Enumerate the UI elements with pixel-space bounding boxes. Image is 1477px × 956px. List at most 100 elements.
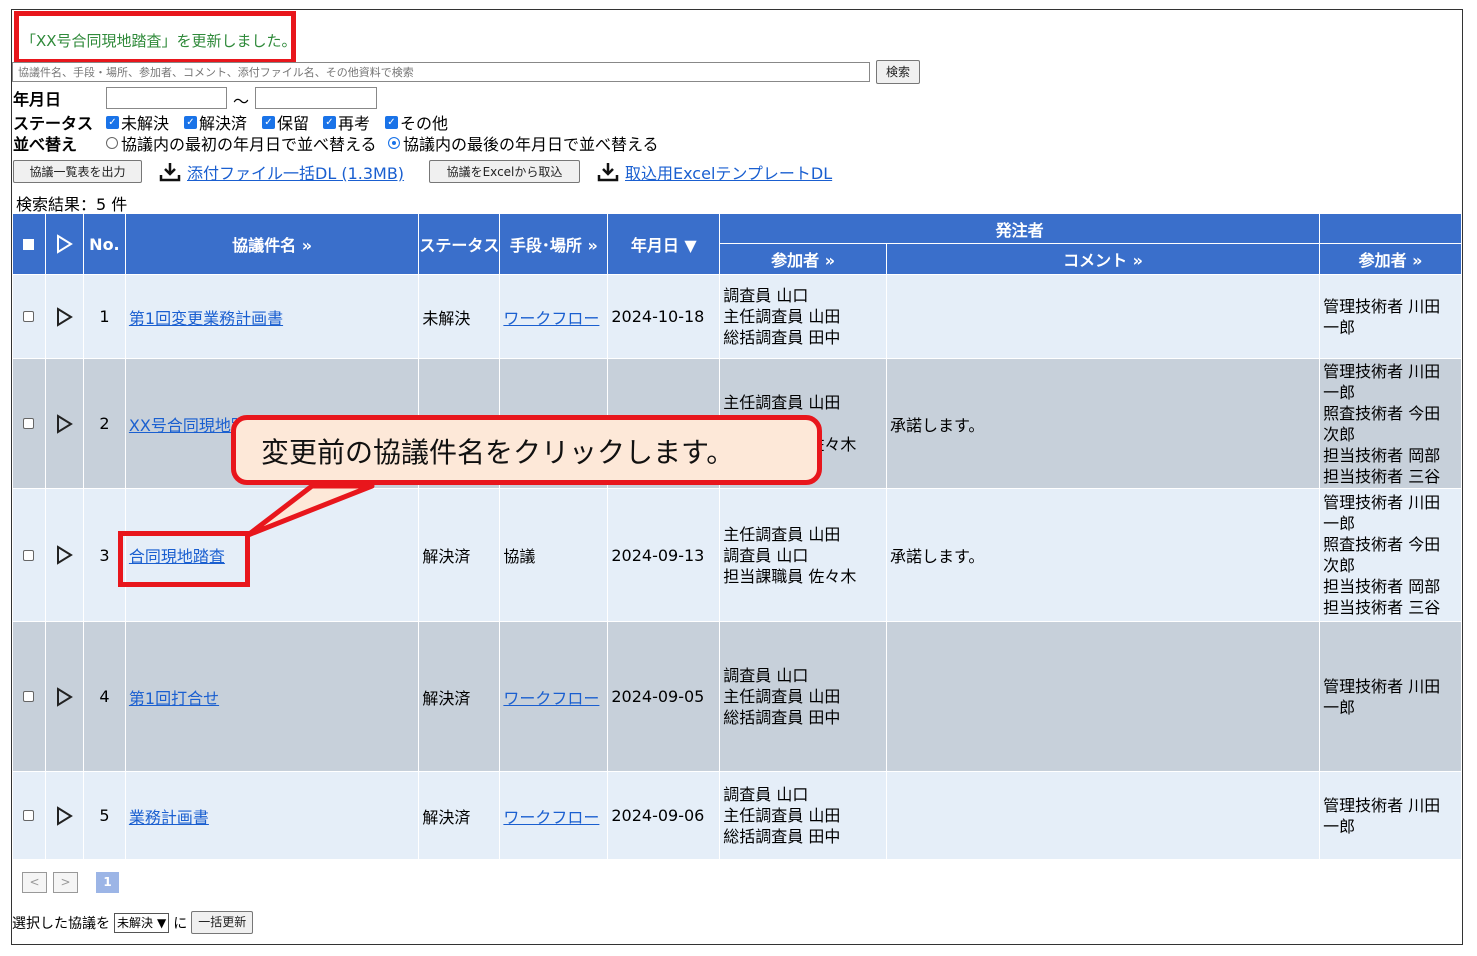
date-label: 年月日	[13, 90, 62, 109]
method-link[interactable]: ワークフロー	[503, 808, 599, 827]
method-header[interactable]: 手段･場所 »	[499, 213, 609, 275]
method-text: 協議	[503, 547, 536, 566]
play-icon	[57, 306, 74, 327]
play-icon	[57, 545, 74, 565]
checkbox-checked-icon: ✓	[323, 115, 336, 129]
participants2-cell: 管理技術者 川田 一郎 照査技術者 今田 次郎 担当技術者 岡部 担当技術者 三…	[1319, 488, 1462, 622]
checkbox-icon	[23, 549, 35, 561]
no-header: No.	[82, 213, 126, 275]
radio-on-icon	[388, 137, 400, 149]
row-expand-cell[interactable]	[44, 358, 84, 489]
title-cell: 第1回打合せ	[124, 621, 420, 772]
select-all-header[interactable]	[12, 213, 46, 275]
bulk-mid: に	[173, 915, 188, 932]
current-page[interactable]: 1	[96, 872, 119, 893]
date-cell: 2024-09-13	[607, 488, 721, 622]
participants-header[interactable]: 参加者 »	[719, 243, 887, 275]
instruction-callout: 変更前の協議件名をクリックします。	[231, 415, 822, 485]
bulk-update-bar: 選択した協議を 未解決 ▼ に 一括更新	[12, 911, 254, 934]
participants-cell: 主任調査員 山田 調査員 山口 担当課職員 佐々木	[719, 488, 887, 622]
checkbox-checked-icon: ✓	[385, 115, 398, 129]
row-select-cell[interactable]	[12, 358, 46, 489]
date-to-input[interactable]	[255, 87, 377, 109]
download-icon	[597, 163, 619, 182]
row-expand-cell[interactable]	[44, 274, 84, 359]
row-select-cell[interactable]	[12, 274, 46, 359]
participants2-cell: 管理技術者 川田 一郎	[1319, 771, 1462, 860]
table-row: 5 業務計画書 解決済 ワークフロー 2024-09-06 調査員 山口 主任調…	[12, 771, 1462, 860]
row-expand-cell[interactable]	[44, 621, 84, 772]
comment-header[interactable]: コメント »	[885, 243, 1321, 275]
status-cell: 未解決	[418, 274, 501, 359]
search-input[interactable]	[12, 62, 870, 82]
date-header[interactable]: 年月日 ▼	[607, 213, 721, 275]
method-link[interactable]: ワークフロー	[503, 689, 599, 708]
import-excel-button[interactable]: 協議をExcelから取込	[429, 160, 580, 183]
sort-last-date-radio[interactable]: 協議内の最後の年月日で並べ替える	[388, 131, 659, 155]
row-expand-cell[interactable]	[44, 488, 84, 622]
participants2-cell: 管理技術者 川田 一郎	[1319, 274, 1462, 359]
title-link[interactable]: 第1回変更業務計画書	[129, 309, 283, 328]
sort-label: 並べ替え	[13, 135, 78, 154]
title-cell: 第1回変更業務計画書	[124, 274, 420, 359]
table-row: 1 第1回変更業務計画書 未解決 ワークフロー 2024-10-18 調査員 山…	[12, 274, 1462, 359]
participants-cell: 調査員 山口 主任調査員 山田 総括調査員 田中	[719, 621, 887, 772]
date-separator: ～	[233, 92, 250, 111]
attach-download[interactable]: 添付ファイル一括DL (1.3MB)	[159, 160, 404, 184]
update-message: 「XX号合同現地踏査」を更新しました。	[14, 11, 297, 64]
row-number: 1	[82, 274, 126, 359]
comment-cell	[885, 771, 1321, 860]
method-cell: ワークフロー	[499, 274, 609, 359]
row-number: 4	[82, 621, 126, 772]
bulk-status-select[interactable]: 未解決 ▼	[114, 912, 170, 933]
row-select-cell[interactable]	[12, 488, 46, 622]
comment-cell	[885, 621, 1321, 772]
play-icon	[57, 413, 74, 434]
row-select-cell[interactable]	[12, 621, 46, 772]
next-page-button[interactable]: >	[53, 872, 78, 893]
comment-cell	[885, 274, 1321, 359]
method-cell: ワークフロー	[499, 771, 609, 860]
radio-off-icon	[106, 137, 118, 149]
result-count: 検索結果：5 件	[16, 195, 128, 214]
participants2-header[interactable]: 参加者 »	[1319, 243, 1462, 275]
bulk-prefix: 選択した協議を	[12, 915, 110, 932]
row-number: 2	[82, 358, 126, 489]
method-link[interactable]: ワークフロー	[503, 309, 599, 328]
title-link[interactable]: 業務計画書	[129, 808, 209, 827]
comment-cell: 承諾します。	[885, 488, 1321, 622]
orderer-header: 発注者	[719, 213, 1321, 244]
bulk-update-button[interactable]: 一括更新	[191, 911, 254, 934]
sort-first-date-radio[interactable]: 協議内の最初の年月日で並べ替える	[106, 131, 377, 155]
participants2-cell: 管理技術者 川田 一郎	[1319, 621, 1462, 772]
expand-all-header[interactable]	[44, 213, 84, 275]
checkbox-icon	[23, 810, 35, 821]
status-header[interactable]: ステータス	[418, 213, 501, 275]
checkbox-checked-icon: ✓	[184, 115, 197, 129]
title-header[interactable]: 協議件名 »	[124, 213, 420, 275]
row-select-cell[interactable]	[12, 771, 46, 860]
checkbox-icon	[23, 418, 35, 429]
participants2-cell: 管理技術者 川田 一郎 照査技術者 今田 次郎 担当技術者 岡部 担当技術者 三…	[1319, 358, 1462, 489]
checkbox-icon	[23, 311, 35, 322]
title-link[interactable]: 第1回打合せ	[129, 689, 219, 708]
export-list-button[interactable]: 協議一覧表を出力	[13, 160, 142, 183]
checkbox-checked-icon: ✓	[106, 115, 119, 129]
status-cell: 解決済	[418, 488, 501, 622]
prev-page-button[interactable]: <	[22, 872, 47, 893]
checkbox-checked-icon: ✓	[262, 115, 275, 129]
contractor-header	[1319, 213, 1462, 244]
template-download-link[interactable]: 取込用ExcelテンプレートDL	[625, 160, 832, 184]
date-cell: 2024-10-18	[607, 274, 721, 359]
search-button[interactable]: 検索	[876, 60, 920, 84]
chevron-down-icon: ▼	[157, 915, 167, 930]
row-expand-cell[interactable]	[44, 771, 84, 860]
play-icon	[57, 805, 74, 826]
method-cell: ワークフロー	[499, 621, 609, 772]
highlight-box	[118, 531, 250, 587]
table-row: 4 第1回打合せ 解決済 ワークフロー 2024-09-05 調査員 山口 主任…	[12, 621, 1462, 772]
date-from-input[interactable]	[106, 87, 227, 109]
checkbox-icon	[23, 691, 35, 702]
attach-download-link[interactable]: 添付ファイル一括DL (1.3MB)	[187, 160, 404, 184]
template-download[interactable]: 取込用ExcelテンプレートDL	[597, 160, 832, 184]
